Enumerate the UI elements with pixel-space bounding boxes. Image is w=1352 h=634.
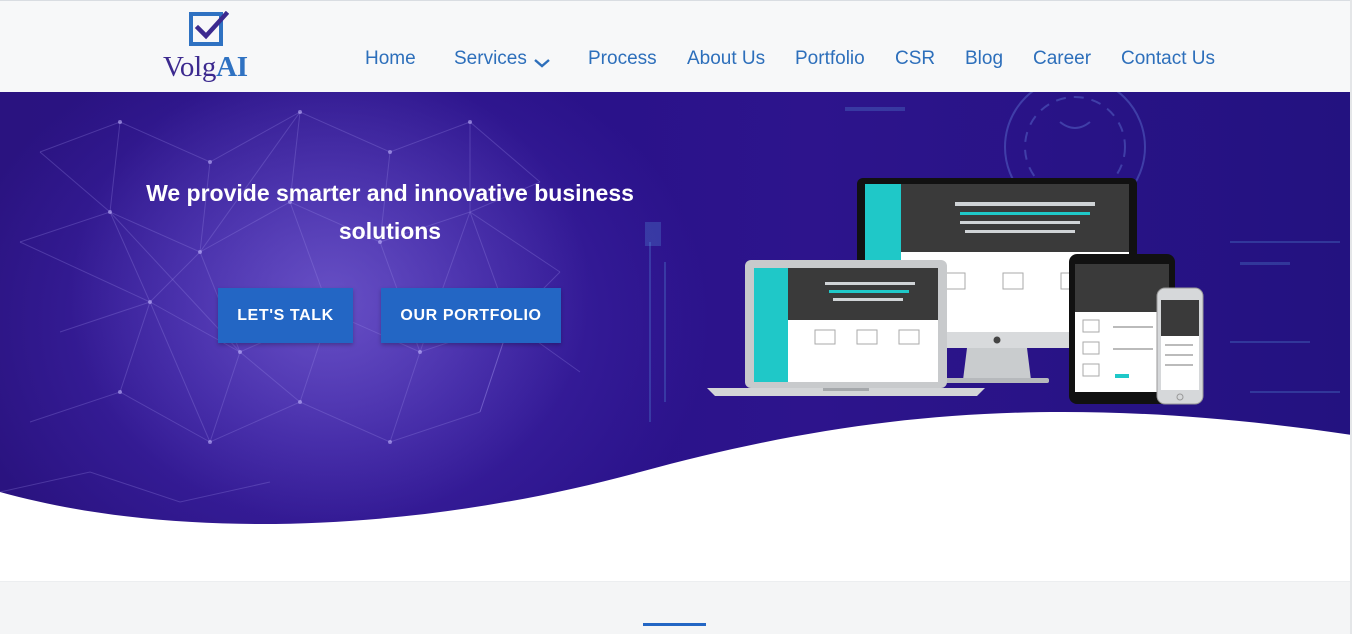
laptop-device <box>707 260 985 396</box>
nav-about-us[interactable]: About Us <box>687 48 765 70</box>
section-heading-underline <box>643 623 706 626</box>
nav-blog[interactable]: Blog <box>965 48 1003 70</box>
nav-process[interactable]: Process <box>588 48 657 70</box>
nav-portfolio[interactable]: Portfolio <box>795 48 865 70</box>
hero-title: We provide smarter and innovative busine… <box>146 180 634 244</box>
hero-section: We provide smarter and innovative busine… <box>0 92 1352 581</box>
main-nav: Home Services Process About Us Portfolio… <box>0 48 1352 74</box>
nav-services[interactable]: Services <box>454 48 551 70</box>
next-section <box>0 581 1352 634</box>
nav-csr[interactable]: CSR <box>895 48 935 70</box>
nav-contact-us[interactable]: Contact Us <box>1121 48 1215 70</box>
nav-home[interactable]: Home <box>365 48 416 70</box>
our-portfolio-button[interactable]: OUR PORTFOLIO <box>381 288 561 343</box>
phone-device <box>1156 287 1204 405</box>
nav-career[interactable]: Career <box>1033 48 1091 70</box>
chevron-down-icon <box>534 59 550 68</box>
site-header: VolgAI Home Services Process About Us Po… <box>0 0 1352 92</box>
checkbox-check-icon <box>189 11 229 46</box>
responsive-devices-mockup <box>707 178 1204 405</box>
lets-talk-button[interactable]: LET'S TALK <box>218 288 353 343</box>
